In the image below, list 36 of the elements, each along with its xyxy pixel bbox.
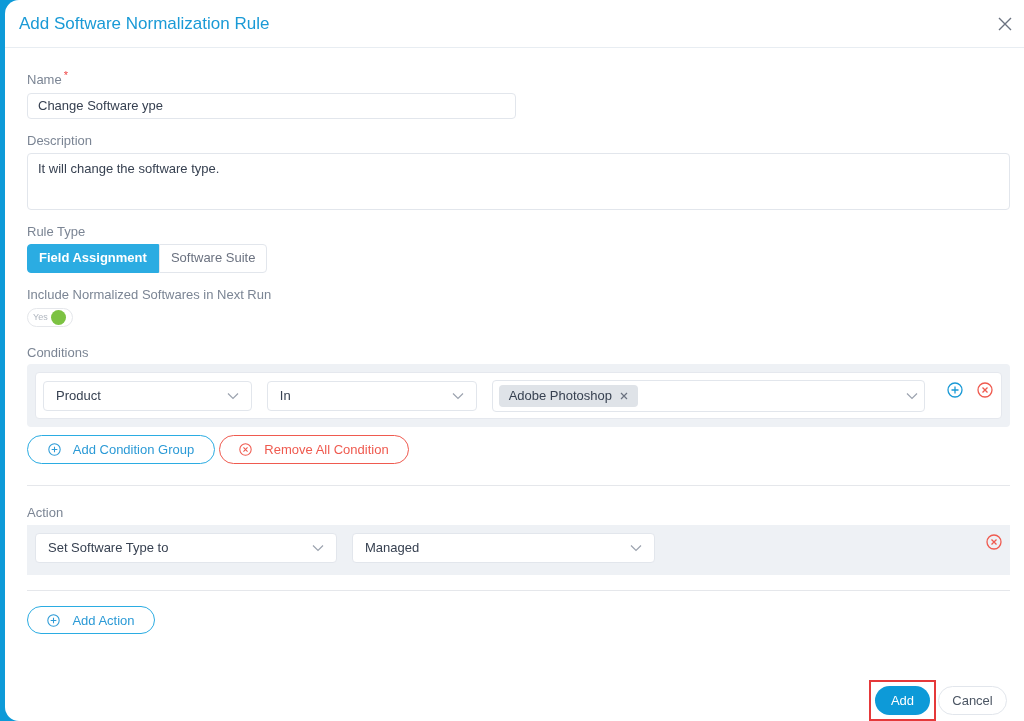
field-label: Name xyxy=(27,71,62,89)
close-icon[interactable] xyxy=(998,16,1012,31)
field-label: Conditions xyxy=(27,343,90,362)
chevron-down-icon xyxy=(226,391,239,400)
field-label: Rule Type xyxy=(27,223,87,242)
chevron-down-icon xyxy=(451,391,464,400)
plus-circle-icon xyxy=(47,443,61,457)
close-circle-icon xyxy=(239,443,253,457)
select-value: In xyxy=(279,386,291,405)
chevron-down-icon xyxy=(906,391,918,400)
select-value: Set Software Type to xyxy=(48,538,169,557)
remove-tag-icon[interactable] xyxy=(620,391,629,400)
dialog-title: Add Software Normalization Rule xyxy=(19,12,270,35)
select-value: Product xyxy=(56,386,101,405)
field-label: Description xyxy=(27,132,94,151)
field-label: Action xyxy=(27,504,65,523)
tag-label: Adobe Photoshop xyxy=(508,386,613,405)
value-multiselect[interactable]: Adobe Photoshop xyxy=(491,379,925,412)
rule-type-tab[interactable]: Software Suite xyxy=(158,243,268,273)
chevron-down-icon xyxy=(630,543,642,552)
field-label: Include Normalized Softwares in Next Run xyxy=(27,285,273,304)
select-value: Managed xyxy=(365,538,420,557)
action-value-select[interactable]: Managed xyxy=(352,532,655,563)
name-input-field[interactable]: Change Software ype xyxy=(27,92,516,120)
operator-select[interactable]: In xyxy=(266,380,477,411)
toggle-knob xyxy=(50,309,66,325)
plus-circle-icon xyxy=(47,613,61,627)
description-field[interactable]: It will change the software type. xyxy=(27,152,1010,211)
action-field-select[interactable]: Set Software Type to xyxy=(35,532,337,563)
close-circle-icon xyxy=(986,533,1002,550)
field-select[interactable]: Product xyxy=(43,380,252,411)
required-mark: * xyxy=(63,70,68,81)
close-circle-icon xyxy=(977,381,993,398)
chevron-down-icon xyxy=(312,543,324,552)
plus-circle-icon xyxy=(947,381,963,398)
toggle-state-text: Yes xyxy=(33,310,48,324)
